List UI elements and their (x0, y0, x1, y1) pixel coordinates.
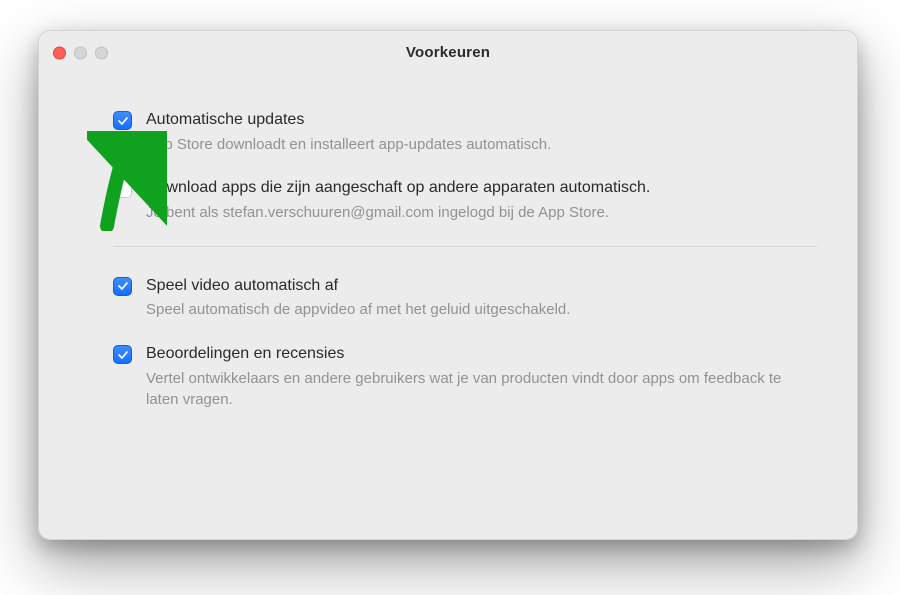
auto-updates-checkbox[interactable] (113, 111, 132, 130)
download-other-devices-checkbox[interactable] (113, 179, 132, 198)
auto-updates-label: Automatische updates (146, 109, 817, 131)
download-other-devices-description: Je bent als stefan.verschuuren@gmail.com… (146, 202, 817, 224)
auto-updates-description: App Store downloadt en installeert app-u… (146, 134, 817, 156)
autoplay-video-checkbox[interactable] (113, 277, 132, 296)
reviews-description: Vertel ontwikkelaars en andere gebruiker… (146, 368, 817, 412)
traffic-lights (53, 46, 108, 59)
setting-download-other-devices: Download apps die zijn aangeschaft op an… (113, 177, 817, 223)
window-zoom-button[interactable] (95, 46, 108, 59)
window-close-button[interactable] (53, 46, 66, 59)
section-divider (113, 246, 817, 247)
download-other-devices-label: Download apps die zijn aangeschaft op an… (146, 177, 817, 199)
setting-auto-updates: Automatische updates App Store downloadt… (113, 109, 817, 155)
preferences-content: Automatische updates App Store downloadt… (39, 75, 857, 457)
reviews-checkbox[interactable] (113, 345, 132, 364)
setting-reviews: Beoordelingen en recensies Vertel ontwik… (113, 343, 817, 411)
autoplay-video-label: Speel video automatisch af (146, 275, 817, 297)
preferences-window: Voorkeuren Automatische updates App Stor… (38, 30, 858, 540)
reviews-label: Beoordelingen en recensies (146, 343, 817, 365)
checkmark-icon (117, 349, 129, 361)
window-title: Voorkeuren (39, 44, 857, 61)
window-minimize-button[interactable] (74, 46, 87, 59)
window-titlebar: Voorkeuren (39, 31, 857, 75)
checkmark-icon (117, 280, 129, 292)
setting-autoplay-video: Speel video automatisch af Speel automat… (113, 275, 817, 321)
autoplay-video-description: Speel automatisch de appvideo af met het… (146, 299, 817, 321)
checkmark-icon (117, 115, 129, 127)
